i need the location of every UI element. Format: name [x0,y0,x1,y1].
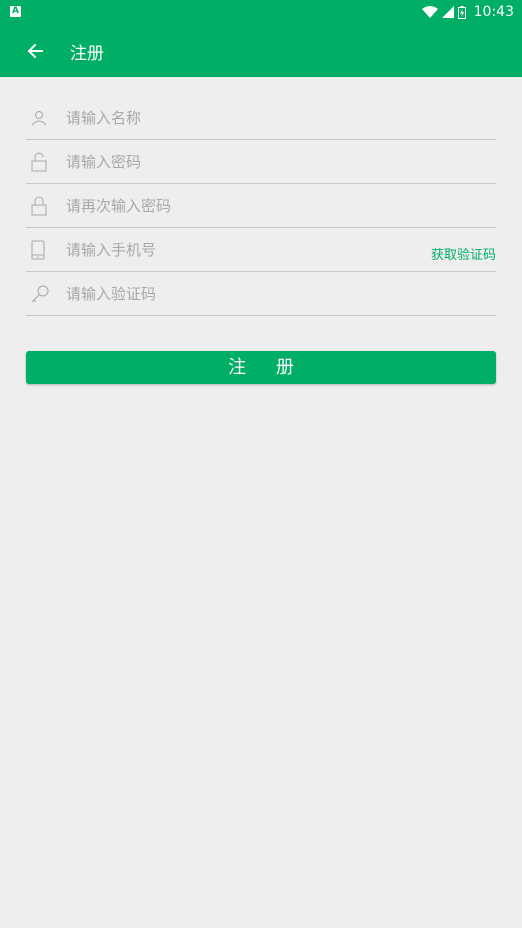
code-row [26,272,496,316]
phone-icon [30,239,56,261]
status-bar: A 10:43 [0,0,522,24]
battery-icon [457,5,466,19]
key-icon [30,283,56,305]
confirm-password-input[interactable] [66,196,406,215]
status-time: 10:43 [473,4,514,20]
phone-row: 获取验证码 [26,228,496,272]
notification-icon: A [10,6,21,17]
name-row [26,96,496,140]
arrow-back-icon [27,43,43,59]
register-form: 获取验证码 [26,96,496,316]
password-input[interactable] [66,152,406,171]
confirm-password-row [26,184,496,228]
app-bar: 注册 [0,24,522,77]
user-icon [30,107,56,129]
status-icons: 10:43 [421,2,514,22]
password-row [26,140,496,184]
page-title: 注册 [70,44,104,64]
get-code-button[interactable]: 获取验证码 [431,244,496,263]
lock-icon [30,151,56,173]
phone-input[interactable] [66,240,406,259]
back-button[interactable] [22,38,48,64]
wifi-icon [421,6,438,18]
signal-icon [441,6,454,18]
lock-closed-icon [30,195,56,217]
register-button[interactable]: 注 册 [26,351,496,384]
name-input[interactable] [66,108,406,127]
code-input[interactable] [66,284,406,303]
